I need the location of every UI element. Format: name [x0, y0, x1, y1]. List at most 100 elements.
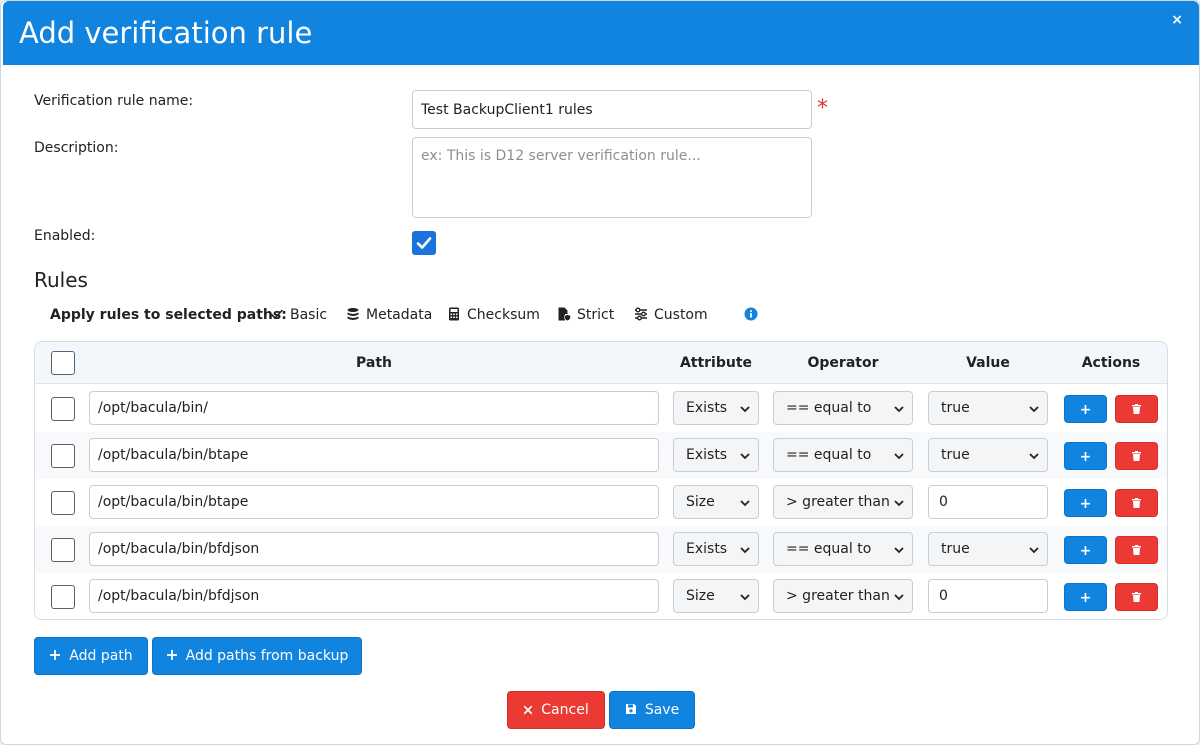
- description-textarea[interactable]: [412, 137, 812, 218]
- row-checkbox[interactable]: [51, 538, 75, 562]
- row-checkbox[interactable]: [51, 491, 75, 515]
- delete-rule-button[interactable]: [1115, 536, 1158, 564]
- attribute-select[interactable]: Exists: [673, 438, 759, 472]
- close-button[interactable]: ×: [1171, 11, 1183, 29]
- column-attribute: Attribute: [679, 355, 753, 371]
- table-row: Exists == equal to true +: [35, 432, 1167, 479]
- path-input[interactable]: [89, 438, 659, 472]
- row-checkbox[interactable]: [51, 585, 75, 609]
- trash-icon: [1132, 451, 1141, 461]
- table-row: Size > greater than +: [35, 573, 1167, 619]
- add-rule-button[interactable]: +: [1064, 442, 1107, 470]
- sliders-icon: [635, 307, 647, 321]
- value-input[interactable]: [928, 579, 1048, 613]
- add-path-button[interactable]: Add path: [34, 637, 148, 675]
- add-rule-button[interactable]: +: [1064, 395, 1107, 423]
- path-input[interactable]: [89, 579, 659, 613]
- chevron-down-icon: [894, 594, 904, 601]
- operator-select[interactable]: > greater than: [773, 579, 913, 613]
- chevron-down-icon: [740, 594, 750, 601]
- checkmark-icon: [416, 237, 432, 249]
- select-all-checkbox[interactable]: [51, 351, 75, 375]
- chevron-down-icon: [740, 406, 750, 413]
- apply-custom-option[interactable]: Custom: [634, 306, 708, 324]
- attribute-select[interactable]: Exists: [673, 532, 759, 566]
- chevron-down-icon: [894, 453, 904, 460]
- required-mark: *: [817, 96, 828, 121]
- chevron-down-icon: [740, 547, 750, 554]
- enabled-checkbox[interactable]: [412, 231, 436, 255]
- plus-icon: [166, 650, 177, 660]
- chevron-down-icon: [740, 453, 750, 460]
- path-input[interactable]: [89, 391, 659, 425]
- table-row: Exists == equal to true +: [35, 385, 1167, 432]
- chevron-down-icon: [894, 547, 904, 554]
- row-checkbox[interactable]: [51, 444, 75, 468]
- delete-rule-button[interactable]: [1115, 489, 1158, 517]
- info-icon[interactable]: [744, 307, 758, 321]
- dialog-header: Add verification rule ×: [3, 1, 1199, 65]
- calculator-icon: [449, 307, 459, 321]
- row-checkbox[interactable]: [51, 397, 75, 421]
- value-select[interactable]: true: [928, 532, 1048, 566]
- operator-select[interactable]: > greater than: [773, 485, 913, 519]
- enabled-label: Enabled:: [34, 228, 96, 244]
- rules-table-header: Path Attribute Operator Value Actions: [35, 342, 1167, 384]
- chevron-down-icon: [1029, 406, 1039, 413]
- dialog-title: Add verification rule: [19, 16, 313, 50]
- apply-metadata-option[interactable]: Metadata: [346, 306, 432, 324]
- value-input[interactable]: [928, 485, 1048, 519]
- apply-strict-option[interactable]: Strict: [557, 306, 614, 324]
- chevron-down-icon: [1029, 453, 1039, 460]
- trash-icon: [1132, 404, 1141, 414]
- save-button[interactable]: Save: [609, 691, 695, 729]
- table-row: Size > greater than +: [35, 479, 1167, 526]
- apply-basic-option[interactable]: Basic: [270, 306, 327, 324]
- rule-name-input[interactable]: [412, 90, 812, 129]
- attribute-select[interactable]: Size: [673, 579, 759, 613]
- attribute-select[interactable]: Exists: [673, 391, 759, 425]
- column-value: Value: [966, 355, 1010, 371]
- path-input[interactable]: [89, 485, 659, 519]
- apply-rules-bar: Apply rules to selected paths: Basic Met…: [50, 306, 770, 324]
- delete-rule-button[interactable]: [1115, 442, 1158, 470]
- value-select[interactable]: true: [928, 391, 1048, 425]
- value-select[interactable]: true: [928, 438, 1048, 472]
- operator-select[interactable]: == equal to: [773, 532, 913, 566]
- trash-icon: [1132, 592, 1141, 602]
- rules-table: Path Attribute Operator Value Actions Ex…: [34, 341, 1168, 620]
- column-actions: Actions: [1081, 355, 1141, 371]
- floppy-disk-icon: [625, 704, 636, 714]
- attribute-select[interactable]: Size: [673, 485, 759, 519]
- delete-rule-button[interactable]: [1115, 395, 1158, 423]
- chevron-down-icon: [740, 500, 750, 507]
- trash-icon: [1132, 498, 1141, 508]
- delete-rule-button[interactable]: [1115, 583, 1158, 611]
- apply-rules-label: Apply rules to selected paths:: [50, 307, 287, 323]
- check-icon: [270, 309, 284, 320]
- path-input[interactable]: [89, 532, 659, 566]
- add-rule-button[interactable]: +: [1064, 583, 1107, 611]
- description-label: Description:: [34, 140, 119, 156]
- column-operator: Operator: [807, 355, 879, 371]
- trash-icon: [1132, 545, 1141, 555]
- database-icon: [347, 308, 359, 320]
- rules-title: Rules: [34, 268, 88, 292]
- add-paths-from-backup-button[interactable]: Add paths from backup: [152, 637, 362, 675]
- apply-checksum-option[interactable]: Checksum: [447, 306, 540, 324]
- column-path: Path: [356, 355, 392, 371]
- operator-select[interactable]: == equal to: [773, 391, 913, 425]
- add-verification-rule-dialog: Add verification rule × Verification rul…: [0, 0, 1200, 745]
- chevron-down-icon: [1029, 547, 1039, 554]
- chevron-down-icon: [894, 406, 904, 413]
- rule-name-label: Verification rule name:: [34, 93, 194, 109]
- plus-icon: [50, 650, 61, 660]
- cancel-button[interactable]: Cancel: [507, 691, 605, 729]
- add-rule-button[interactable]: +: [1064, 489, 1107, 517]
- close-icon: [523, 705, 533, 715]
- operator-select[interactable]: == equal to: [773, 438, 913, 472]
- file-shield-icon: [558, 307, 571, 321]
- chevron-down-icon: [894, 500, 904, 507]
- table-row: Exists == equal to true +: [35, 526, 1167, 573]
- add-rule-button[interactable]: +: [1064, 536, 1107, 564]
